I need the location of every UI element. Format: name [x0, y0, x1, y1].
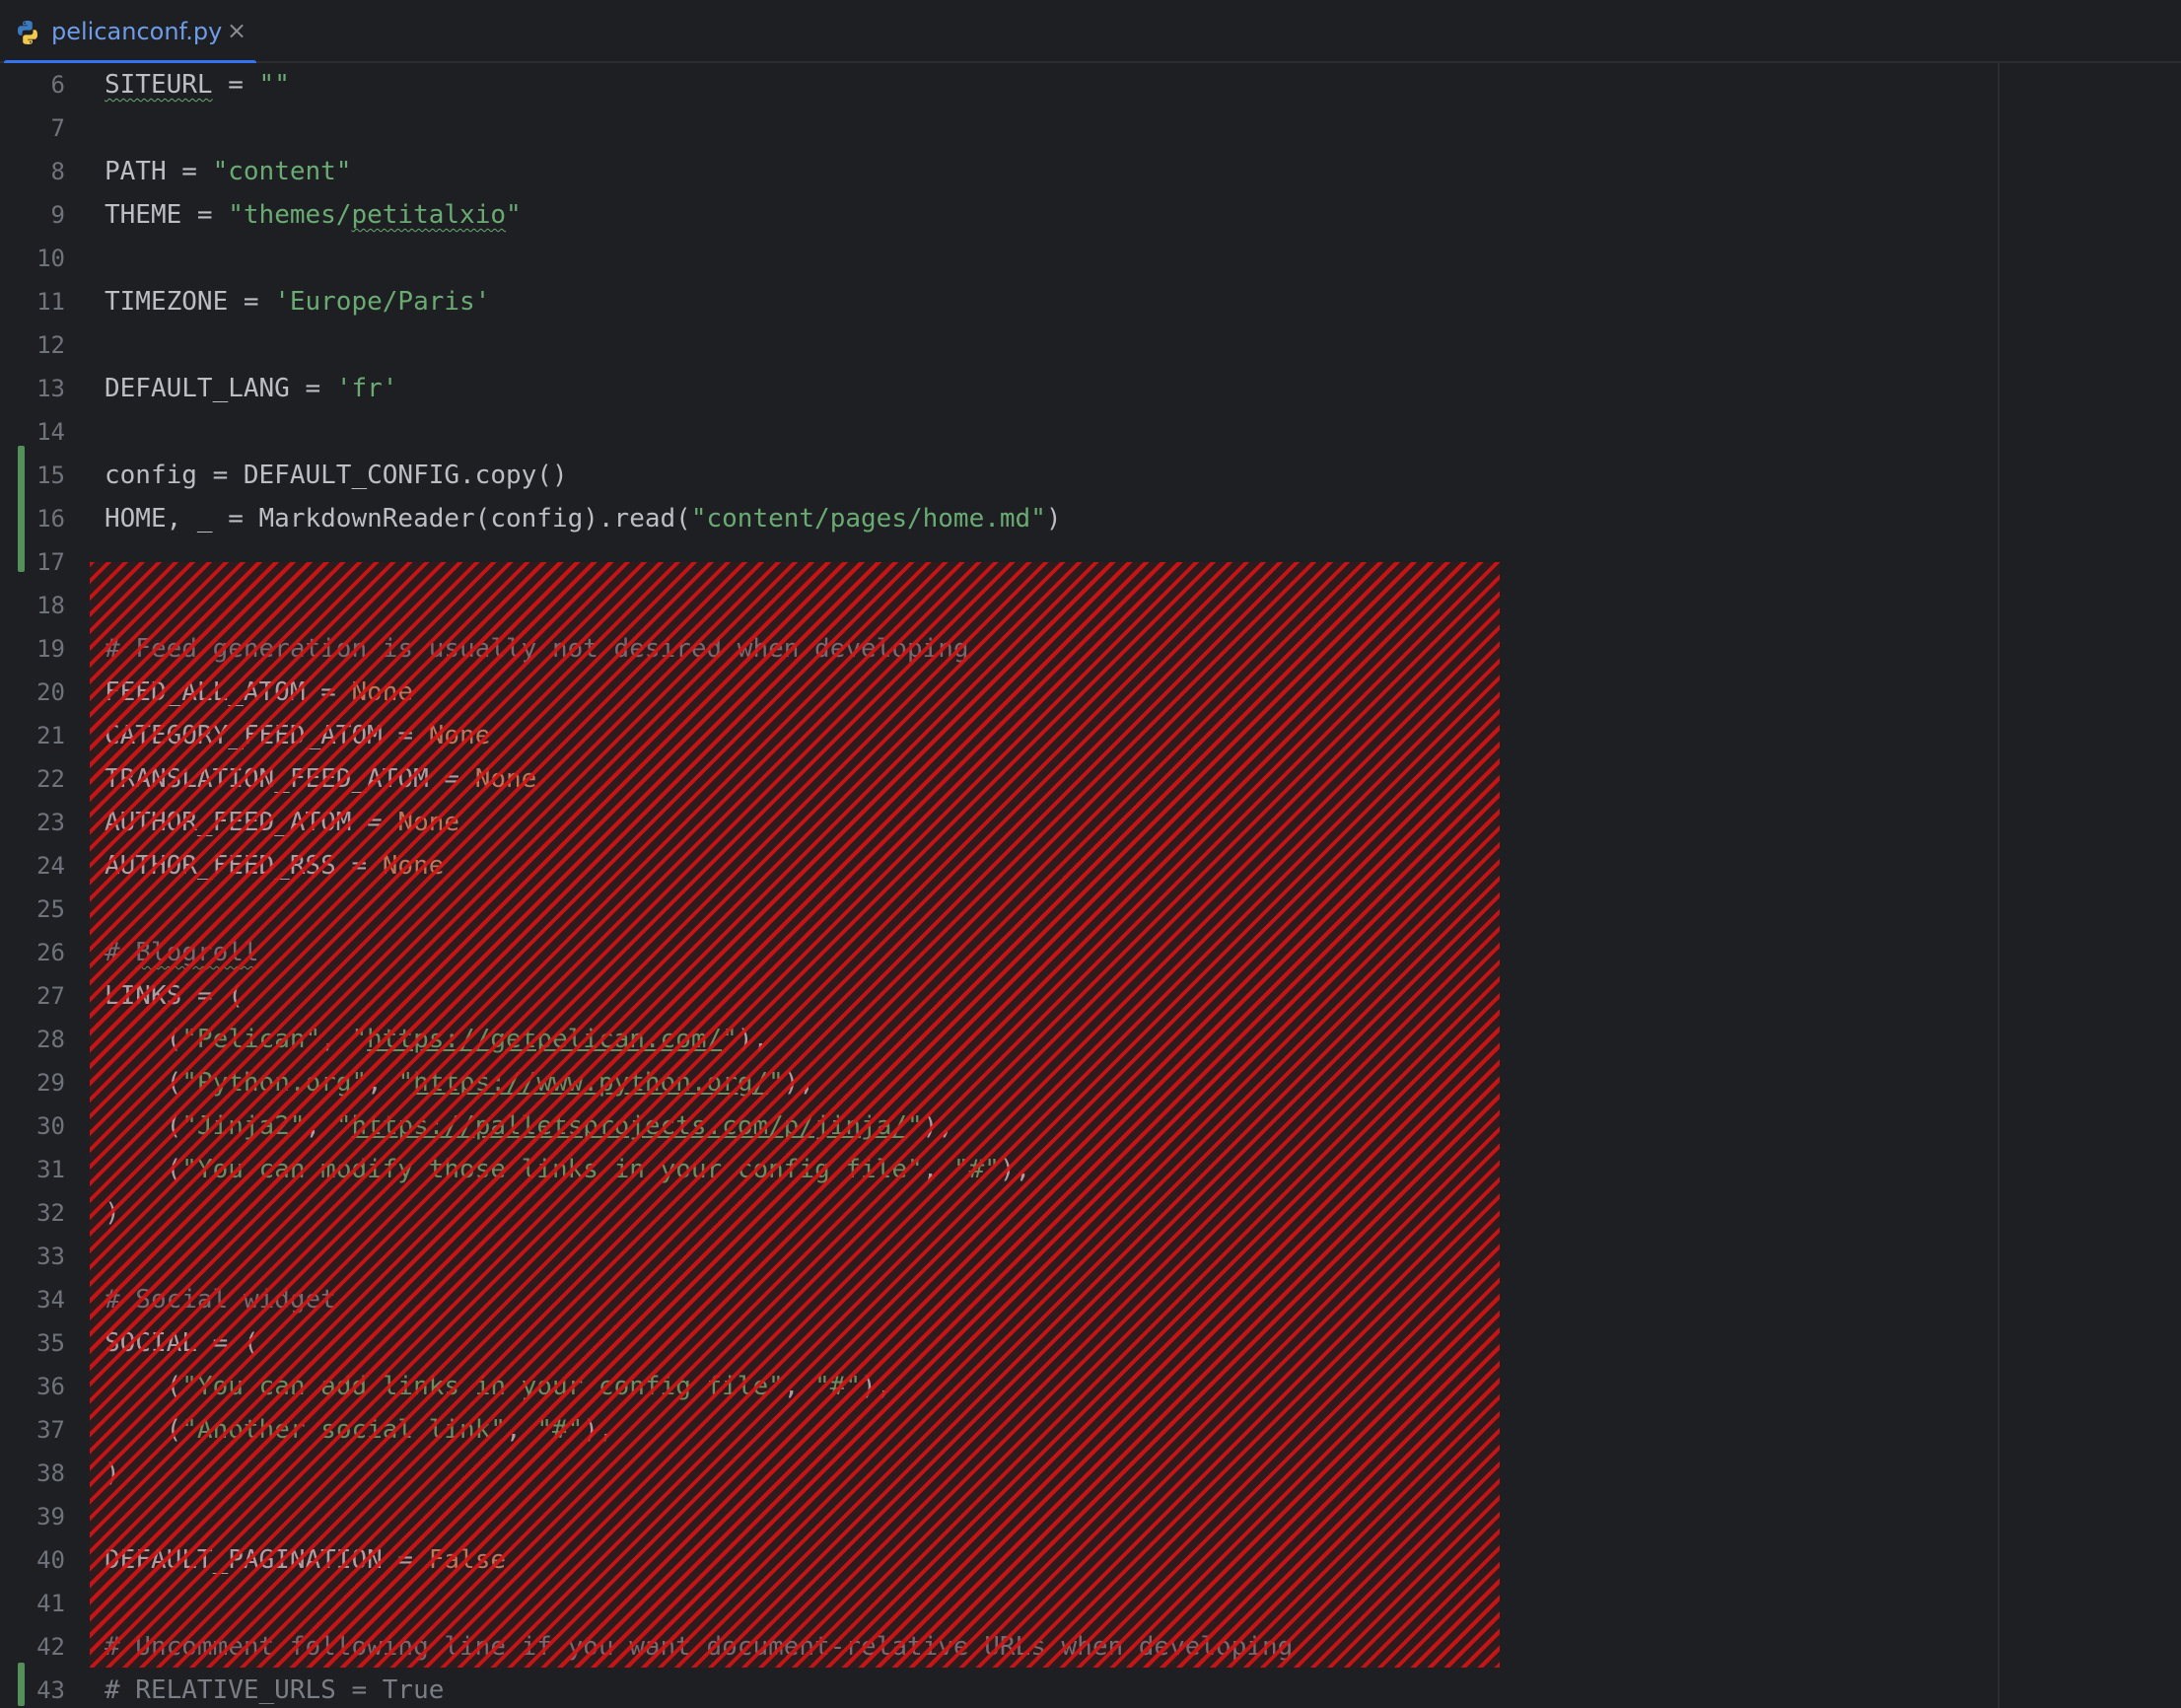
editor-tab-bar: pelicanconf.py × [0, 0, 2181, 65]
line-number: 22 [36, 765, 65, 793]
line-number: 8 [50, 158, 65, 185]
code-line-8: PATH = "content" [105, 157, 352, 186]
code-line-31: ) [105, 1198, 120, 1228]
line-number: 23 [36, 809, 65, 836]
line-number: 20 [36, 678, 65, 706]
line-number: 41 [36, 1590, 65, 1617]
line-number: 34 [36, 1286, 65, 1314]
code-line-21: TRANSLATION_FEED_ATOM = None [105, 764, 537, 794]
line-number: 10 [36, 245, 65, 272]
line-number-gutter: 6 7 8 9 10 11 12 13 14 15 16 17 18 19 20 21 22 23 24 25 26 27… [0, 63, 89, 1708]
code-line-25: # Blogroll [105, 938, 259, 967]
code-line-13: DEFAULT_LANG = 'fr' [105, 374, 398, 403]
link-url[interactable]: https://getpelican.com/ [367, 1025, 722, 1054]
line-number: 21 [36, 722, 65, 749]
line-number: 42 [36, 1633, 65, 1661]
line-number: 17 [36, 548, 65, 576]
tab-filename: pelicanconf.py [51, 18, 223, 45]
line-number: 18 [36, 592, 65, 619]
tab-pelicanconf[interactable]: pelicanconf.py × [4, 0, 256, 65]
code-line-15: config = DEFAULT_CONFIG.copy() [105, 461, 568, 490]
line-number: 6 [50, 71, 65, 99]
code-line-11: TIMEZONE = 'Europe/Paris' [105, 287, 491, 317]
code-line-26: LINKS = ( [105, 981, 244, 1011]
link-url[interactable]: https://www.python.org/ [413, 1068, 768, 1098]
code-line-28: ("Python.org", "https://www.python.org/"… [105, 1068, 815, 1098]
code-line-34: SOCIAL = ( [105, 1328, 259, 1358]
code-line-42: # RELATIVE_URLS = True [105, 1675, 445, 1705]
right-margin-guide [1998, 63, 2000, 1708]
line-number: 30 [36, 1112, 65, 1140]
line-number: 24 [36, 852, 65, 880]
line-number: 40 [36, 1546, 65, 1574]
code-line-18: # Feed generation is usually not desired… [105, 634, 969, 664]
code-line-6: SITEURL = "" [105, 70, 290, 100]
code-line-39: DEFAULT_PAGINATION = False [105, 1545, 507, 1575]
code-line-36: ("Another social link", "#"), [105, 1415, 614, 1445]
code-line-19: FEED_ALL_ATOM = None [105, 677, 414, 707]
line-number: 11 [36, 288, 65, 316]
line-number: 15 [36, 462, 65, 489]
code-line-27: ("Pelican", "https://getpelican.com/"), [105, 1025, 769, 1054]
line-number: 36 [36, 1373, 65, 1400]
line-number: 26 [36, 939, 65, 966]
line-number: 29 [36, 1069, 65, 1097]
code-line-16: HOME, _ = MarkdownReader(config).read("c… [105, 504, 1062, 534]
change-marker [18, 1663, 25, 1706]
line-number: 25 [36, 895, 65, 923]
line-number: 9 [50, 201, 65, 229]
change-marker [18, 446, 25, 572]
code-line-37: ) [105, 1459, 120, 1488]
code-line-23: AUTHOR_FEED_RSS = None [105, 851, 445, 881]
line-number: 33 [36, 1243, 65, 1270]
code-line-30: ("You can modify those links in your con… [105, 1155, 1031, 1184]
line-number: 7 [50, 114, 65, 142]
line-number: 43 [36, 1676, 65, 1704]
python-icon [18, 21, 37, 44]
line-number: 32 [36, 1199, 65, 1227]
line-number: 31 [36, 1156, 65, 1183]
line-number: 38 [36, 1459, 65, 1487]
line-number: 35 [36, 1329, 65, 1357]
line-number: 16 [36, 505, 65, 533]
line-number: 27 [36, 982, 65, 1010]
code-line-20: CATEGORY_FEED_ATOM = None [105, 721, 491, 750]
line-number: 13 [36, 375, 65, 402]
line-number: 14 [36, 418, 65, 446]
line-number: 19 [36, 635, 65, 663]
code-line-22: AUTHOR_FEED_ATOM = None [105, 808, 460, 837]
line-number: 39 [36, 1503, 65, 1530]
code-line-41: # Uncomment following line if you want d… [105, 1632, 1294, 1662]
code-editor[interactable]: 6 7 8 9 10 11 12 13 14 15 16 17 18 19 20 21 22 23 24 25 26 27… [0, 63, 2181, 1708]
close-icon[interactable]: × [227, 17, 246, 44]
link-url[interactable]: https://palletsprojects.com/p/jinja/ [351, 1111, 907, 1141]
code-line-29: ("Jinja2", "https://palletsprojects.com/… [105, 1111, 953, 1141]
line-number: 28 [36, 1026, 65, 1053]
code-line-9: THEME = "themes/petitalxio" [105, 200, 522, 230]
code-line-33: # Social widget [105, 1285, 336, 1315]
line-number: 12 [36, 331, 65, 359]
code-line-35: ("You can add links in your config file"… [105, 1372, 892, 1401]
line-number: 37 [36, 1416, 65, 1444]
